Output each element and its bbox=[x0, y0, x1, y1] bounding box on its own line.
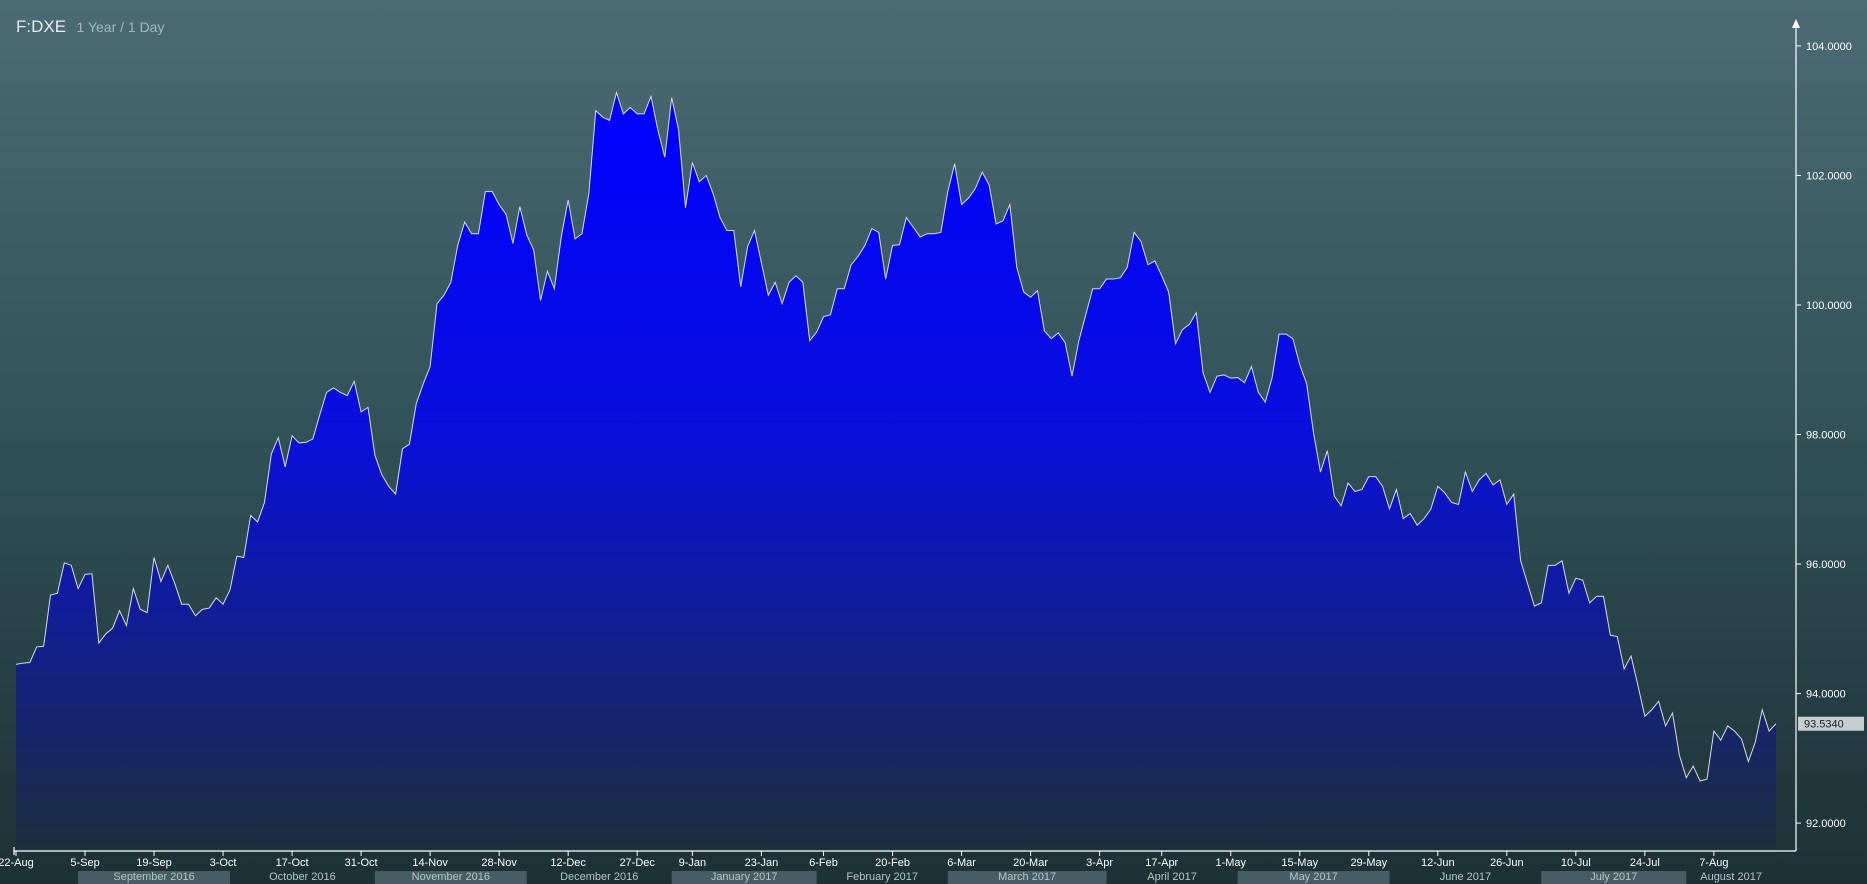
x-tick-label: 28-Nov bbox=[481, 857, 517, 869]
month-label: December 2016 bbox=[560, 871, 638, 883]
x-tick-label: 6-Feb bbox=[809, 857, 838, 869]
y-tick-label: 94.0000 bbox=[1806, 689, 1846, 701]
x-tick-label: 3-Apr bbox=[1086, 857, 1113, 869]
y-tick-label: 102.0000 bbox=[1806, 170, 1852, 182]
x-tick-label: 17-Oct bbox=[276, 857, 309, 869]
month-label: October 2016 bbox=[269, 871, 336, 883]
x-tick-label: 27-Dec bbox=[619, 857, 655, 869]
x-tick-label: 20-Mar bbox=[1013, 857, 1048, 869]
price-area-fill bbox=[16, 92, 1776, 850]
y-tick-label: 104.0000 bbox=[1806, 41, 1852, 53]
x-tick-label: 26-Jun bbox=[1490, 857, 1524, 869]
y-axis-arrow-icon bbox=[1792, 19, 1800, 28]
month-label: March 2017 bbox=[998, 871, 1056, 883]
y-tick-label: 100.0000 bbox=[1806, 300, 1852, 312]
x-tick-label: 29-May bbox=[1350, 857, 1387, 869]
month-label: August 2017 bbox=[1700, 871, 1762, 883]
x-tick-label: 23-Jan bbox=[745, 857, 779, 869]
y-tick-label: 92.0000 bbox=[1806, 818, 1846, 830]
x-tick-label: 15-May bbox=[1281, 857, 1318, 869]
month-label: November 2016 bbox=[412, 871, 490, 883]
month-label: September 2016 bbox=[113, 871, 194, 883]
x-tick-label: 10-Jul bbox=[1561, 857, 1591, 869]
x-tick-label: 17-Apr bbox=[1145, 857, 1178, 869]
month-label: June 2017 bbox=[1440, 871, 1491, 883]
x-tick-label: 12-Jun bbox=[1421, 857, 1455, 869]
x-tick-label: 19-Sep bbox=[136, 857, 171, 869]
month-label: July 2017 bbox=[1590, 871, 1637, 883]
x-tick-label: 22-Aug bbox=[0, 857, 34, 869]
x-tick-label: 7-Aug bbox=[1699, 857, 1728, 869]
month-label: February 2017 bbox=[846, 871, 918, 883]
x-tick-label: 31-Oct bbox=[345, 857, 378, 869]
x-tick-label: 14-Nov bbox=[412, 857, 448, 869]
x-tick-label: 24-Jul bbox=[1630, 857, 1660, 869]
x-tick-label: 12-Dec bbox=[550, 857, 586, 869]
month-label: April 2017 bbox=[1147, 871, 1197, 883]
y-tick-label: 98.0000 bbox=[1806, 430, 1846, 442]
x-tick-label: 5-Sep bbox=[70, 857, 99, 869]
chart-svg: 104.0000 102.0000 100.0000 98.0000 96.0000 94… bbox=[0, 19, 1864, 884]
x-tick-label: 20-Feb bbox=[875, 857, 910, 869]
y-tick-label: 96.0000 bbox=[1806, 559, 1846, 571]
last-price-label: 93.5340 bbox=[1804, 719, 1844, 731]
x-tick-label: 9-Jan bbox=[679, 857, 707, 869]
month-label: May 2017 bbox=[1289, 871, 1337, 883]
chart-area: F:DXE 1 Year / 1 Day 104.0000 102.0000 100… bbox=[0, 0, 1867, 884]
x-tick-label: 3-Oct bbox=[210, 857, 237, 869]
x-tick-label: 1-May bbox=[1215, 857, 1246, 869]
month-label: January 2017 bbox=[711, 871, 778, 883]
x-tick-label: 6-Mar bbox=[947, 857, 976, 869]
